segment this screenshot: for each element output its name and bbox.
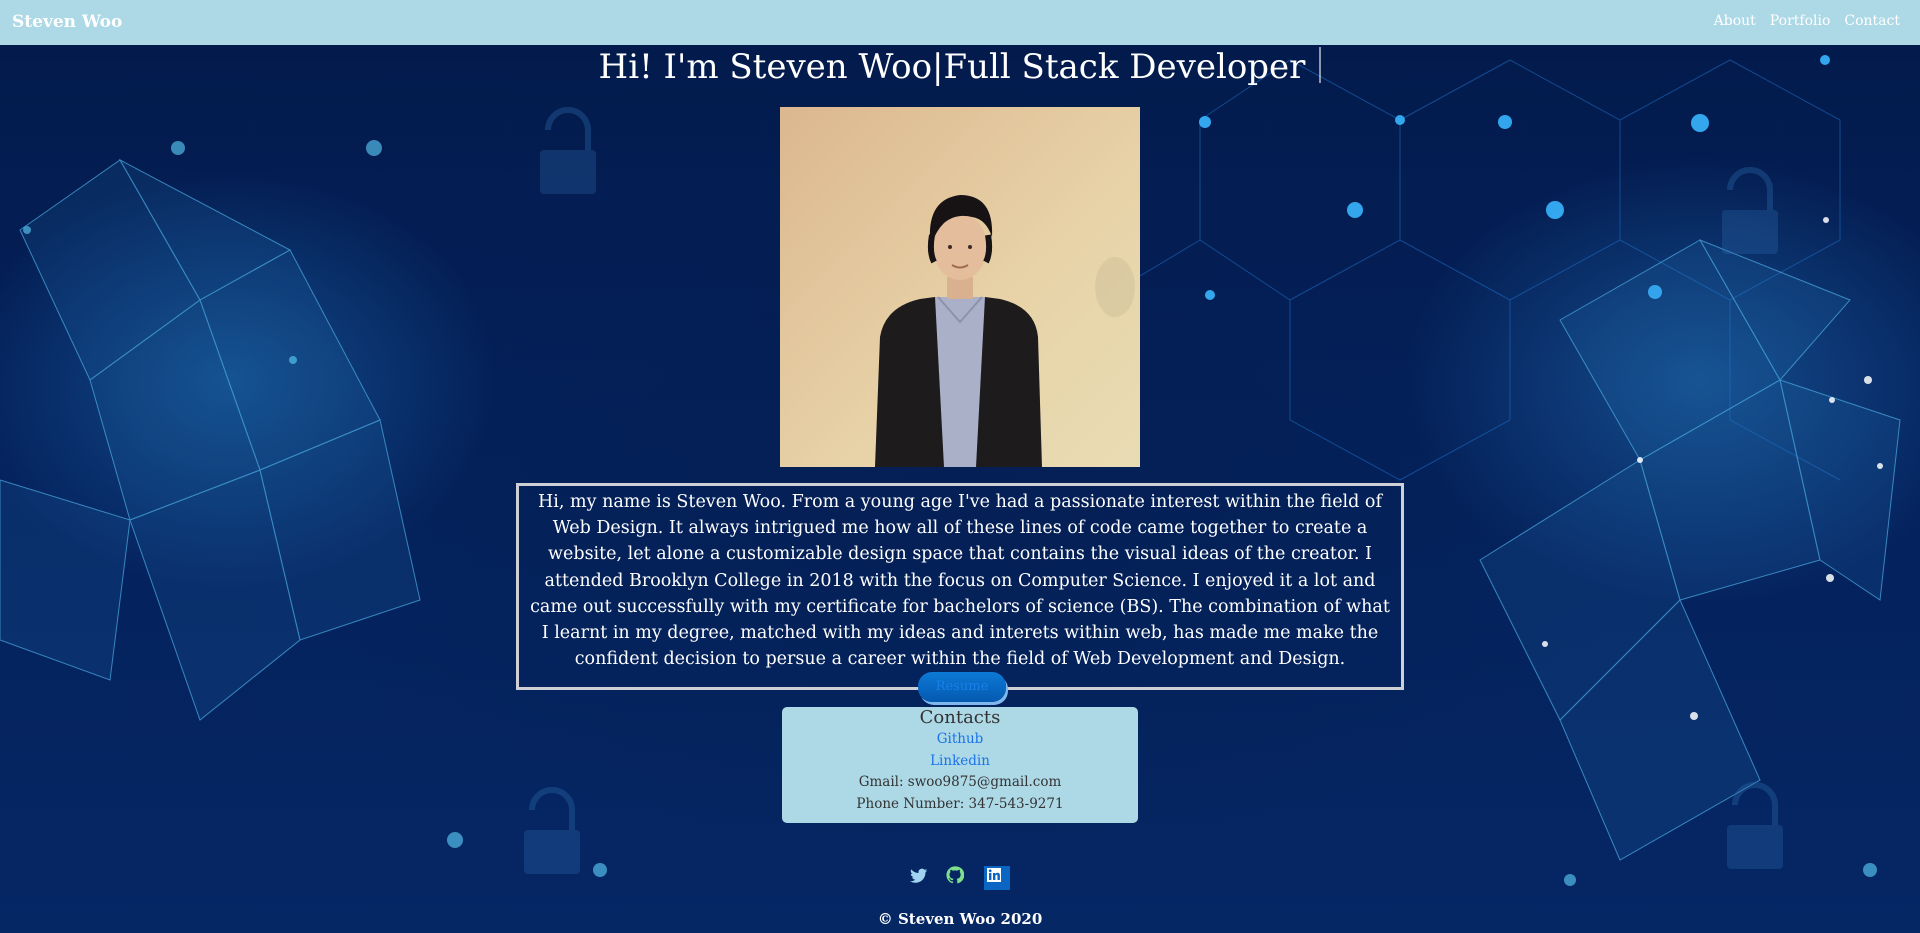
about-section: Hi, my name is Steven Woo. From a young … (516, 483, 1404, 703)
phone-text: Phone Number: 347-543-9271 (856, 795, 1064, 812)
nav-link-contact[interactable]: Contact (1844, 13, 1900, 29)
resume-button[interactable]: Resume (917, 672, 1007, 703)
gmail-text: Gmail: swoo9875@gmail.com (858, 774, 1062, 791)
brand-link[interactable]: Steven Woo (12, 12, 122, 32)
github-icon[interactable] (946, 866, 965, 888)
social-links (906, 864, 1014, 892)
nav-link-about[interactable]: About (1714, 13, 1756, 29)
footer-copyright: © Steven Woo 2020 (877, 910, 1043, 928)
hero-heading: Hi! I'm Steven Woo|Full Stack Developer (0, 47, 1920, 87)
linkedin-icon[interactable] (984, 866, 1010, 894)
hero-heading-text: Hi! I'm Steven Woo|Full Stack Developer (598, 47, 1306, 87)
contacts-card: Contacts Github Linkedin Gmail: swoo9875… (782, 707, 1138, 823)
about-text: Hi, my name is Steven Woo. From a young … (530, 492, 1390, 670)
nav-link-portfolio[interactable]: Portfolio (1770, 13, 1831, 29)
linkedin-link[interactable]: Linkedin (930, 753, 990, 769)
typing-cursor (1319, 47, 1322, 83)
github-link[interactable]: Github (937, 731, 984, 747)
navbar: Steven Woo About Portfolio Contact (0, 0, 1920, 45)
twitter-icon[interactable] (910, 868, 928, 888)
contacts-title: Contacts (919, 707, 1001, 728)
profile-photo (780, 107, 1140, 467)
nav-links: About Portfolio Contact (1714, 13, 1900, 29)
